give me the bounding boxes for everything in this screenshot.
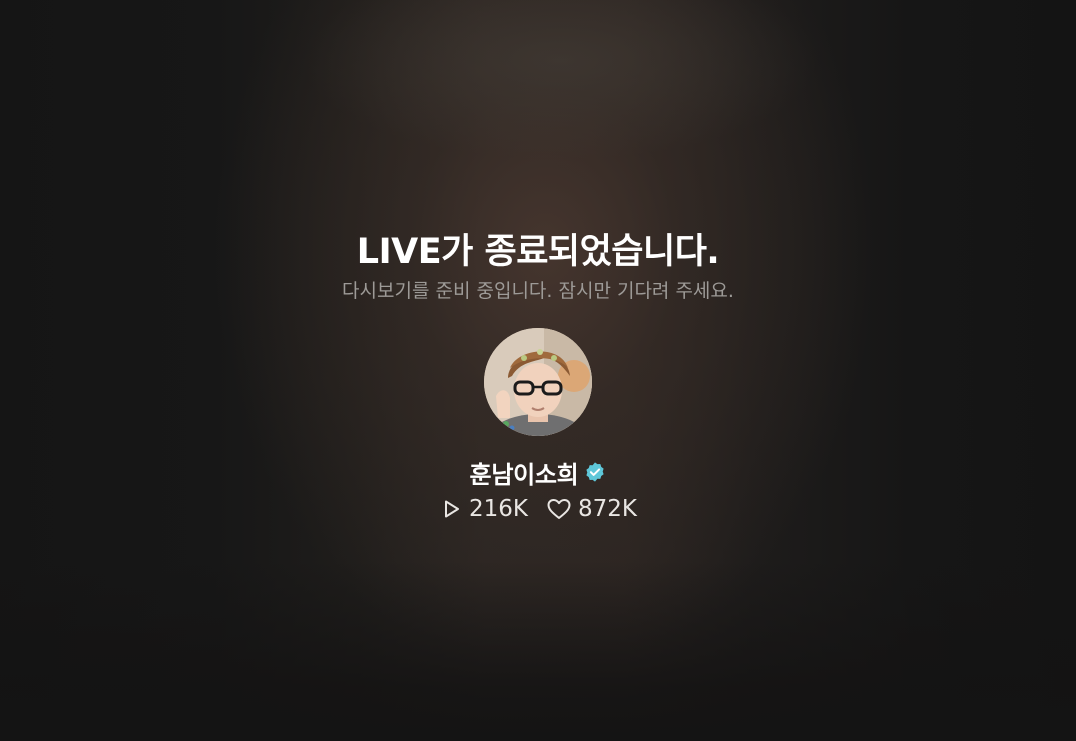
play-icon (445, 500, 460, 518)
channel-info[interactable]: 훈남이소희 (470, 455, 607, 490)
channel-stats: 216K 872K (0, 496, 1076, 522)
views-stat: 216K (439, 496, 528, 522)
channel-avatar[interactable] (484, 328, 592, 436)
views-count: 216K (469, 496, 528, 522)
live-ended-panel: LIVE가 종료되었습니다. 다시보기를 준비 중입니다. 잠시만 기다려 주세… (0, 228, 1076, 522)
likes-stat: 872K (546, 496, 637, 522)
heart-icon (547, 499, 571, 519)
background-fade (0, 561, 1076, 741)
channel-name[interactable]: 훈남이소희 (470, 455, 579, 490)
avatar-image (484, 328, 592, 436)
background-glow (300, 0, 820, 160)
likes-count: 872K (578, 496, 637, 522)
verified-badge-icon (584, 461, 606, 483)
live-ended-screen: LIVE가 종료되었습니다. 다시보기를 준비 중입니다. 잠시만 기다려 주세… (0, 0, 1076, 741)
live-ended-title: LIVE가 종료되었습니다. (356, 232, 720, 272)
replay-preparing-message: 다시보기를 준비 중입니다. 잠시만 기다려 주세요. (342, 280, 734, 302)
